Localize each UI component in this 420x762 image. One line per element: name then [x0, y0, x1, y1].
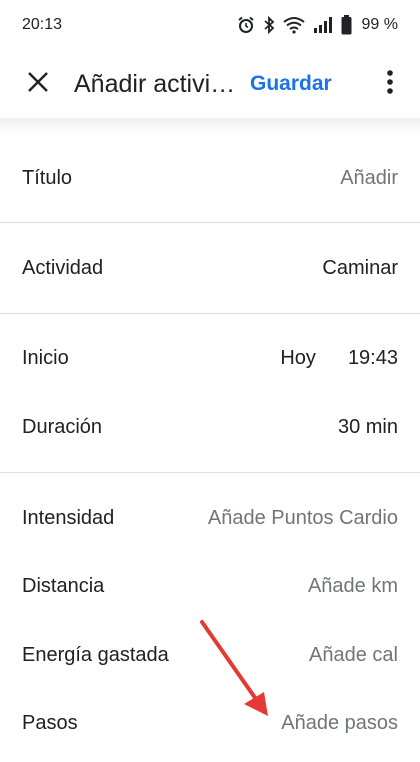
start-time[interactable]: 19:43	[348, 347, 398, 370]
intensity-value[interactable]: Añade Puntos Cardio	[208, 507, 398, 530]
steps-row[interactable]: Pasos Añade pasos	[0, 693, 420, 753]
more-vert-icon	[386, 69, 394, 100]
start-values: Hoy 19:43	[280, 347, 398, 370]
save-button[interactable]: Guardar	[250, 72, 332, 96]
activity-row[interactable]: Actividad Caminar	[0, 238, 420, 298]
title-value[interactable]: Añadir	[340, 167, 398, 190]
app-bar-shadow	[0, 118, 420, 134]
energy-value[interactable]: Añade cal	[309, 644, 398, 667]
distance-row[interactable]: Distancia Añade km	[0, 556, 420, 616]
divider	[0, 472, 420, 473]
intensity-row[interactable]: Intensidad Añade Puntos Cardio	[0, 488, 420, 548]
screen: 20:13 99 % Añadir actividad Guardar Títu…	[0, 0, 420, 762]
wifi-icon	[282, 16, 305, 34]
more-options-button[interactable]	[372, 60, 408, 108]
divider	[0, 222, 420, 223]
start-label: Inicio	[22, 346, 69, 369]
status-icons: 99 %	[237, 15, 398, 35]
duration-row[interactable]: Duración 30 min	[0, 397, 420, 457]
close-icon	[27, 71, 49, 98]
distance-label: Distancia	[22, 574, 105, 597]
steps-label: Pasos	[22, 711, 78, 734]
title-row[interactable]: Título Añadir	[0, 148, 420, 208]
status-time: 20:13	[22, 16, 63, 33]
duration-label: Duración	[22, 415, 103, 438]
steps-value[interactable]: Añade pasos	[281, 712, 398, 735]
activity-value[interactable]: Caminar	[322, 257, 398, 280]
start-row: Inicio Hoy 19:43	[0, 328, 420, 388]
bluetooth-icon	[263, 16, 275, 34]
duration-value[interactable]: 30 min	[338, 416, 398, 439]
battery-percent: 99 %	[361, 16, 398, 33]
status-bar: 20:13 99 %	[0, 0, 420, 50]
alarm-icon	[237, 16, 255, 34]
intensity-label: Intensidad	[22, 506, 115, 529]
close-button[interactable]	[8, 54, 68, 114]
energy-row[interactable]: Energía gastada Añade cal	[0, 625, 420, 685]
start-date[interactable]: Hoy	[280, 347, 316, 370]
signal-icon	[313, 16, 333, 34]
distance-value[interactable]: Añade km	[308, 575, 398, 598]
app-bar: Añadir actividad Guardar	[0, 50, 420, 118]
activity-label: Actividad	[22, 256, 104, 279]
battery-icon	[341, 15, 352, 35]
divider	[0, 313, 420, 314]
page-title: Añadir actividad	[74, 69, 242, 98]
title-label: Título	[22, 166, 73, 189]
energy-label: Energía gastada	[22, 643, 169, 666]
